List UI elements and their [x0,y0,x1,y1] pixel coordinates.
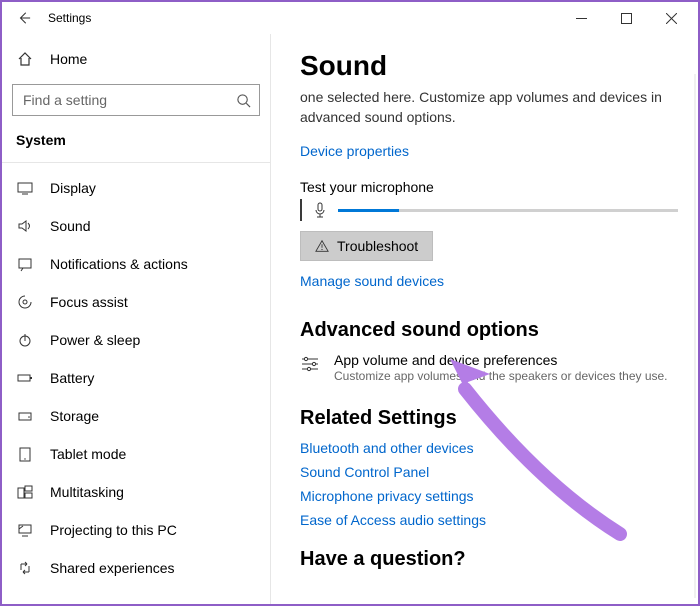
search-input[interactable] [21,91,236,109]
back-button[interactable] [6,2,42,34]
power-icon [16,332,34,348]
app-volume-title: App volume and device preferences [334,352,668,368]
titlebar: Settings [2,2,698,34]
bluetooth-devices-link[interactable]: Bluetooth and other devices [300,440,678,456]
window-title: Settings [48,11,91,25]
projecting-icon [16,522,34,538]
device-properties-link[interactable]: Device properties [300,143,409,159]
display-icon [16,180,34,196]
warning-icon [315,239,329,253]
test-microphone-row [300,199,678,221]
app-volume-subtitle: Customize app volumes and the speakers o… [334,369,668,383]
sidebar-item-projecting[interactable]: Projecting to this PC [2,511,270,549]
advanced-sound-heading: Advanced sound options [300,319,678,342]
sound-control-panel-link[interactable]: Sound Control Panel [300,464,678,480]
sidebar-item-multitasking[interactable]: Multitasking [2,473,270,511]
sidebar-group-header: System [2,126,270,158]
app-volume-preferences-row[interactable]: App volume and device preferences Custom… [300,352,678,383]
page-description: one selected here. Customize app volumes… [300,88,678,127]
sidebar-item-label: Tablet mode [50,446,126,462]
sidebar-home[interactable]: Home [2,40,270,78]
battery-icon [16,370,34,386]
maximize-button[interactable] [604,2,649,34]
scrollbar[interactable] [694,74,696,598]
search-icon [236,93,251,108]
microphone-icon [312,202,328,218]
sidebar: Home System Display Sou [2,34,270,604]
tablet-icon [16,446,34,462]
related-settings-heading: Related Settings [300,407,678,430]
sidebar-item-label: Sound [50,218,90,234]
sidebar-item-power-sleep[interactable]: Power & sleep [2,321,270,359]
sidebar-item-label: Battery [50,370,94,386]
search-box[interactable] [12,84,260,116]
sidebar-item-label: Shared experiences [50,560,175,576]
microphone-level-bar [338,209,678,212]
sound-icon [16,218,34,234]
page-title: Sound [300,50,678,82]
sidebar-item-tablet-mode[interactable]: Tablet mode [2,435,270,473]
sidebar-item-label: Notifications & actions [50,256,188,272]
minimize-button[interactable] [559,2,604,34]
sidebar-item-label: Display [50,180,96,196]
sidebar-item-label: Storage [50,408,99,424]
minimize-icon [576,13,587,24]
sidebar-item-battery[interactable]: Battery [2,359,270,397]
sidebar-item-notifications[interactable]: Notifications & actions [2,245,270,283]
close-button[interactable] [649,2,694,34]
sliders-icon [300,354,320,374]
sidebar-item-label: Projecting to this PC [50,522,177,538]
manage-sound-devices-link[interactable]: Manage sound devices [300,273,444,289]
sidebar-item-label: Multitasking [50,484,124,500]
have-a-question-heading: Have a question? [300,548,678,571]
multitasking-icon [16,484,34,500]
maximize-icon [621,13,632,24]
notifications-icon [16,256,34,272]
sidebar-item-display[interactable]: Display [2,169,270,207]
arrow-left-icon [17,11,31,25]
storage-icon [16,408,34,424]
content-pane: Sound one selected here. Customize app v… [270,34,698,604]
shared-icon [16,560,34,576]
test-microphone-label: Test your microphone [300,179,678,195]
sidebar-item-sound[interactable]: Sound [2,207,270,245]
sidebar-item-label: Focus assist [50,294,128,310]
microphone-privacy-link[interactable]: Microphone privacy settings [300,488,678,504]
home-icon [16,51,34,67]
troubleshoot-label: Troubleshoot [337,238,418,254]
sidebar-divider [2,162,270,163]
content-divider [270,34,271,604]
sidebar-item-label: Power & sleep [50,332,140,348]
close-icon [666,13,677,24]
sidebar-home-label: Home [50,51,87,67]
ease-of-access-audio-link[interactable]: Ease of Access audio settings [300,512,678,528]
troubleshoot-button[interactable]: Troubleshoot [300,231,433,261]
sidebar-item-shared-experiences[interactable]: Shared experiences [2,549,270,587]
sidebar-item-storage[interactable]: Storage [2,397,270,435]
sidebar-item-focus-assist[interactable]: Focus assist [2,283,270,321]
focus-assist-icon [16,294,34,310]
